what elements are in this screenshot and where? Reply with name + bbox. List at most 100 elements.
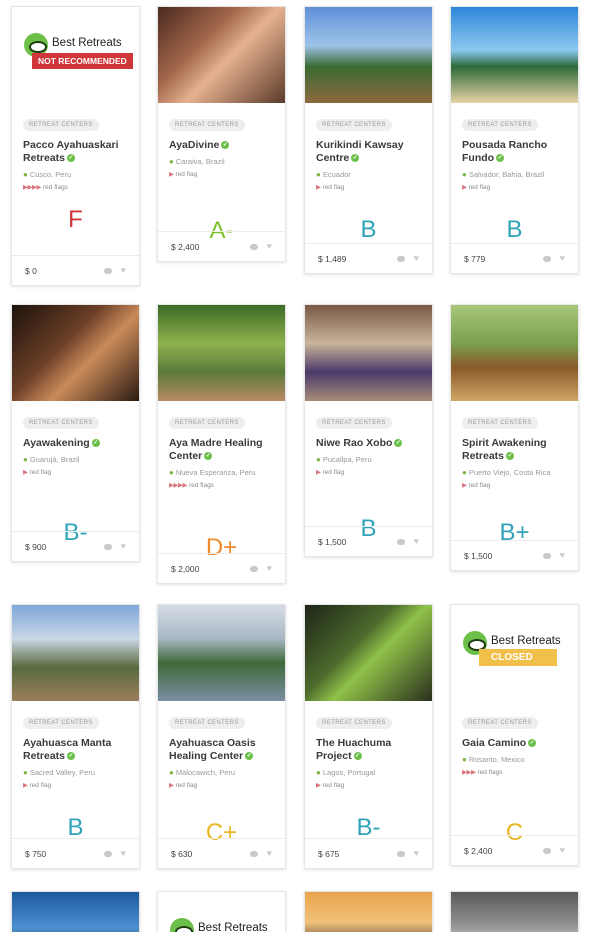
- category-tag[interactable]: RETREAT CENTERS: [169, 717, 245, 729]
- retreat-name-text[interactable]: Pousada Rancho Fundo: [462, 139, 547, 164]
- retreat-photo[interactable]: [158, 305, 285, 401]
- location: ● Pucallpa, Peru: [316, 455, 421, 464]
- comment-icon[interactable]: [397, 851, 405, 857]
- retreat-name-text[interactable]: The Huachuma Project: [316, 737, 391, 762]
- category-tag[interactable]: RETREAT CENTERS: [316, 417, 392, 429]
- red-flags-text: red flag: [175, 171, 198, 178]
- retreat-photo[interactable]: [12, 605, 139, 701]
- retreat-name-text[interactable]: Ayahuasca Oasis Healing Center: [169, 737, 256, 762]
- retreat-photo[interactable]: [305, 7, 432, 103]
- category-tag[interactable]: RETREAT CENTERS: [316, 717, 392, 729]
- retreat-name-text[interactable]: Aya Madre Healing Center: [169, 437, 263, 462]
- comment-icon[interactable]: [250, 244, 258, 250]
- retreat-photo[interactable]: [305, 305, 432, 401]
- retreat-name[interactable]: Pacco Ayahuaskari Retreats ✓: [23, 139, 128, 165]
- heart-icon[interactable]: ♥: [560, 846, 565, 855]
- retreat-name[interactable]: Aya Madre Healing Center ✓: [169, 437, 274, 463]
- heart-icon[interactable]: ♥: [267, 849, 272, 858]
- comment-icon[interactable]: [104, 544, 112, 550]
- retreat-name[interactable]: Niwe Rao Xobo ✓: [316, 437, 421, 450]
- red-flag-icon: ▶: [23, 469, 28, 476]
- retreat-photo[interactable]: [12, 892, 139, 932]
- logo-text: Best Retreats: [198, 922, 268, 932]
- retreat-card[interactable]: Best Retreats CLOSED RETREAT CENTERS Gaia C…: [450, 604, 579, 866]
- retreat-name[interactable]: Gaia Camino ✓: [462, 737, 567, 750]
- retreat-name-text[interactable]: Kurikindi Kawsay Centre: [316, 139, 404, 164]
- comment-icon[interactable]: [543, 256, 551, 262]
- retreat-card[interactable]: [11, 891, 140, 932]
- comment-icon[interactable]: [543, 848, 551, 854]
- card-footer: $ 900 ♥: [12, 531, 139, 561]
- best-retreats-logo[interactable]: Best Retreats NOT RECOMMENDED: [12, 7, 139, 103]
- retreat-photo[interactable]: [158, 7, 285, 103]
- retreat-name[interactable]: AyaDivine ✓: [169, 139, 274, 152]
- retreat-card[interactable]: RETREAT CENTERS Spirit Awakening Retreats…: [450, 304, 579, 571]
- retreat-name[interactable]: Ayahuasca Manta Retreats ✓: [23, 737, 128, 763]
- retreat-card[interactable]: RETREAT CENTERS Aya Madre Healing Center ✓…: [157, 304, 286, 584]
- comment-icon[interactable]: [104, 851, 112, 857]
- card-body: RETREAT CENTERS Ayawakening ✓ ● Guarujá, Bra…: [12, 401, 139, 477]
- best-retreats-logo[interactable]: Best Retreats CLOSED: [451, 605, 578, 701]
- category-tag[interactable]: RETREAT CENTERS: [462, 119, 538, 131]
- retreat-name[interactable]: Kurikindi Kawsay Centre ✓: [316, 139, 421, 165]
- card-footer: $ 2,000 ♥: [158, 553, 285, 583]
- heart-icon[interactable]: ♥: [121, 266, 126, 275]
- heart-icon[interactable]: ♥: [267, 564, 272, 573]
- category-tag[interactable]: RETREAT CENTERS: [169, 417, 245, 429]
- category-tag[interactable]: RETREAT CENTERS: [316, 119, 392, 131]
- heart-icon[interactable]: ♥: [414, 537, 419, 546]
- category-tag[interactable]: RETREAT CENTERS: [23, 417, 99, 429]
- retreat-card[interactable]: RETREAT CENTERS Ayahuasca Oasis Healing C…: [157, 604, 286, 869]
- heart-icon[interactable]: ♥: [121, 849, 126, 858]
- retreat-name[interactable]: Ayawakening ✓: [23, 437, 128, 450]
- comment-icon[interactable]: [250, 566, 258, 572]
- retreat-card[interactable]: Best Retreats NOT RECOMMENDED RETREAT CENT…: [11, 6, 140, 286]
- comment-icon[interactable]: [397, 539, 405, 545]
- retreat-name-text[interactable]: Ayawakening: [23, 437, 90, 449]
- retreat-photo[interactable]: [451, 7, 578, 103]
- retreat-name-text[interactable]: Gaia Camino: [462, 737, 526, 749]
- best-retreats-logo[interactable]: Best Retreats: [158, 892, 285, 932]
- category-tag[interactable]: RETREAT CENTERS: [23, 119, 99, 131]
- heart-icon[interactable]: ♥: [414, 254, 419, 263]
- retreat-name[interactable]: Ayahuasca Oasis Healing Center ✓: [169, 737, 274, 763]
- retreat-card[interactable]: RETREAT CENTERS Pousada Rancho Fundo ✓ ● Sal…: [450, 6, 579, 274]
- retreat-photo[interactable]: [305, 892, 432, 932]
- retreat-card[interactable]: RETREAT CENTERS Ayahuasca Manta Retreats ✓…: [11, 604, 140, 869]
- retreat-name[interactable]: Pousada Rancho Fundo ✓: [462, 139, 567, 165]
- retreat-name[interactable]: Spirit Awakening Retreats ✓: [462, 437, 567, 463]
- retreat-name[interactable]: The Huachuma Project ✓: [316, 737, 421, 763]
- retreat-photo[interactable]: [451, 892, 578, 932]
- location: ● Rosarito, Mexico: [462, 755, 567, 764]
- comment-icon[interactable]: [250, 851, 258, 857]
- comment-icon[interactable]: [104, 268, 112, 274]
- heart-icon[interactable]: ♥: [267, 242, 272, 251]
- red-flags: ▶ red flag: [316, 183, 421, 192]
- card-body: RETREAT CENTERS Ayahuasca Manta Retreats ✓…: [12, 701, 139, 790]
- retreat-photo[interactable]: [305, 605, 432, 701]
- retreat-name-text[interactable]: Spirit Awakening Retreats: [462, 437, 547, 462]
- category-tag[interactable]: RETREAT CENTERS: [169, 119, 245, 131]
- retreat-photo[interactable]: [12, 305, 139, 401]
- retreat-card[interactable]: RETREAT CENTERS The Huachuma Project ✓ ● Lag…: [304, 604, 433, 869]
- heart-icon[interactable]: ♥: [414, 849, 419, 858]
- comment-icon[interactable]: [397, 256, 405, 262]
- heart-icon[interactable]: ♥: [121, 542, 126, 551]
- retreat-name-text[interactable]: Niwe Rao Xobo: [316, 437, 392, 449]
- heart-icon[interactable]: ♥: [560, 254, 565, 263]
- retreat-photo[interactable]: [158, 605, 285, 701]
- category-tag[interactable]: RETREAT CENTERS: [462, 717, 538, 729]
- retreat-card[interactable]: [304, 891, 433, 932]
- retreat-card[interactable]: [450, 891, 579, 932]
- retreat-card[interactable]: RETREAT CENTERS Ayawakening ✓ ● Guarujá, Bra…: [11, 304, 140, 562]
- category-tag[interactable]: RETREAT CENTERS: [23, 717, 99, 729]
- retreat-photo[interactable]: [451, 305, 578, 401]
- retreat-card[interactable]: RETREAT CENTERS Kurikindi Kawsay Centre ✓ ●…: [304, 6, 433, 274]
- category-tag[interactable]: RETREAT CENTERS: [462, 417, 538, 429]
- comment-icon[interactable]: [543, 553, 551, 559]
- heart-icon[interactable]: ♥: [560, 551, 565, 560]
- retreat-card[interactable]: Best Retreats: [157, 891, 286, 932]
- retreat-card[interactable]: RETREAT CENTERS Niwe Rao Xobo ✓ ● Pucallpa, …: [304, 304, 433, 557]
- retreat-card[interactable]: RETREAT CENTERS AyaDivine ✓ ● Caraiva, Brazi…: [157, 6, 286, 262]
- retreat-name-text[interactable]: AyaDivine: [169, 139, 219, 151]
